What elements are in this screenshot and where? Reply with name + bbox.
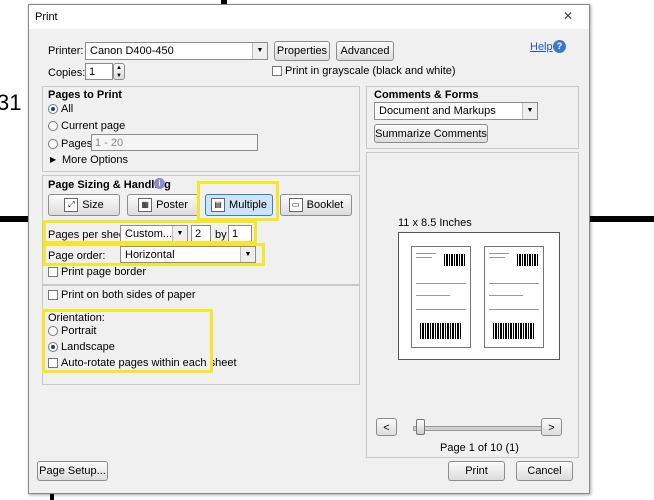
expand-triangle-icon[interactable]: ▶ <box>50 155 56 164</box>
preview-paper <box>398 232 560 360</box>
print-button[interactable]: Print <box>448 461 505 481</box>
printer-value: Canon D400-450 <box>90 45 174 57</box>
highlight-page-order <box>43 243 265 266</box>
more-options-label[interactable]: More Options <box>62 154 128 166</box>
title-bar: Print ✕ <box>29 5 589 29</box>
comments-title: Comments & Forms <box>374 89 479 101</box>
window-title: Print <box>35 11 58 23</box>
booklet-label: Booklet <box>306 199 344 211</box>
booklet-icon: ▭ <box>288 198 303 213</box>
barcode-icon <box>517 254 539 266</box>
page-border-checkbox[interactable] <box>48 267 58 277</box>
all-pages-radio[interactable] <box>48 104 58 114</box>
pages-range-value: 1 - 20 <box>95 137 124 149</box>
copies-label: Copies: <box>48 67 86 79</box>
paper-size-label: 11 x 8.5 Inches <box>398 217 472 229</box>
page-slider-track[interactable] <box>413 426 543 431</box>
highlight-orientation <box>42 309 213 373</box>
size-icon: ⤢ <box>64 198 79 213</box>
background-mark-right <box>588 216 654 222</box>
size-label: Size <box>82 199 104 211</box>
barcode-icon <box>493 323 535 339</box>
pages-to-print-title: Pages to Print <box>48 89 122 101</box>
copies-stepper[interactable]: ▲ ▼ <box>113 63 125 80</box>
close-icon[interactable]: ✕ <box>553 9 583 24</box>
page-setup-button[interactable]: Page Setup... <box>37 461 108 481</box>
size-button[interactable]: ⤢ Size <box>48 194 120 216</box>
comments-value: Document and Markups <box>379 105 496 117</box>
current-page-label: Current page <box>61 120 126 132</box>
poster-button[interactable]: ▦ Poster <box>127 194 199 216</box>
background-number: 31 <box>0 90 22 115</box>
all-pages-label: All <box>61 103 74 115</box>
properties-button[interactable]: Properties <box>274 41 330 61</box>
page-sizing-title: Page Sizing & Handling <box>48 179 171 191</box>
highlight-multiple <box>197 181 279 221</box>
both-sides-checkbox[interactable] <box>48 290 58 300</box>
printer-label: Printer: <box>48 45 84 57</box>
highlight-pages-per-sheet <box>43 220 257 244</box>
booklet-button[interactable]: ▭ Booklet <box>280 194 352 216</box>
comments-select[interactable]: Document and Markups ▼ <box>374 102 538 120</box>
preview-page-2 <box>484 246 544 348</box>
barcode-icon <box>444 254 466 266</box>
info-icon: i <box>154 178 165 189</box>
print-dialog: Print ✕ Printer: Canon D400-450 ▼ Proper… <box>28 4 590 494</box>
poster-label: Poster <box>156 199 188 211</box>
pages-range-input[interactable]: 1 - 20 <box>91 134 258 151</box>
cancel-button[interactable]: Cancel <box>516 461 573 481</box>
barcode-icon <box>420 323 462 339</box>
chevron-down-icon: ▼ <box>252 43 267 59</box>
prev-page-button[interactable]: < <box>376 418 397 436</box>
chevron-down-icon: ▼ <box>522 103 537 119</box>
current-page-radio[interactable] <box>48 121 58 131</box>
grayscale-checkbox[interactable] <box>272 66 282 76</box>
advanced-button[interactable]: Advanced <box>336 41 394 61</box>
pages-label: Pages <box>61 138 93 150</box>
help-link[interactable]: Help <box>530 41 553 53</box>
both-sides-label: Print on both sides of paper <box>61 289 196 301</box>
printer-select[interactable]: Canon D400-450 ▼ <box>85 42 268 60</box>
poster-icon: ▦ <box>138 198 153 213</box>
grayscale-label: Print in grayscale (black and white) <box>285 65 456 77</box>
next-page-button[interactable]: > <box>541 418 562 436</box>
page-counter: Page 1 of 10 (1) <box>440 442 519 454</box>
page-slider-thumb[interactable] <box>416 419 425 435</box>
help-icon[interactable]: ? <box>553 40 566 53</box>
summarize-comments-button[interactable]: Summarize Comments <box>374 124 488 143</box>
page-border-label: Print page border <box>61 266 146 278</box>
preview-page-1 <box>411 246 471 348</box>
background-mark-left <box>0 216 30 222</box>
copies-input[interactable]: 1 <box>85 63 113 80</box>
copies-value: 1 <box>89 66 96 78</box>
pages-radio[interactable] <box>48 139 58 149</box>
